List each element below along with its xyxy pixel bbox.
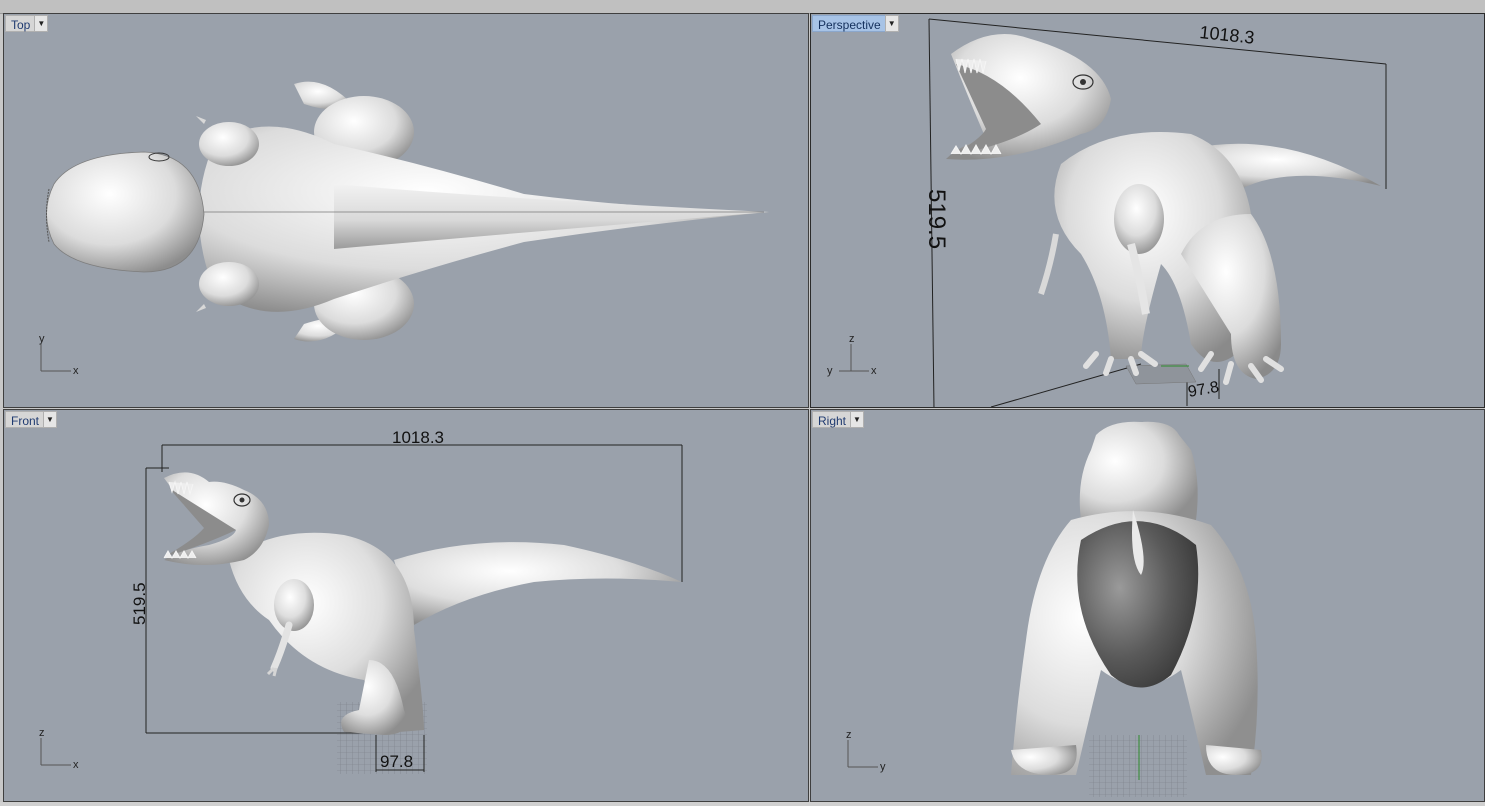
dimension-height: 519.5 <box>923 189 950 249</box>
ground-grid <box>1089 735 1187 797</box>
caret-down-icon[interactable]: ▼ <box>43 411 58 428</box>
axis-indicator: z x <box>39 727 79 771</box>
caret-down-icon[interactable]: ▼ <box>850 411 865 428</box>
right-view-canvas: z y <box>846 421 1262 797</box>
top-view-canvas: y x <box>39 81 770 377</box>
axis-indicator: y x <box>39 333 79 377</box>
dino-top-model[interactable] <box>46 81 770 342</box>
dimension-width: 97.8 <box>380 752 413 771</box>
axis-label: y <box>39 333 45 345</box>
axis-label: x <box>871 365 877 377</box>
caret-down-icon[interactable]: ▼ <box>34 15 49 32</box>
front-view-canvas: 1018.3 519.5 97.8 z x <box>39 428 683 774</box>
perspective-view-canvas: 1018.3 519.5 97.8 z y x <box>827 18 1387 407</box>
dimension-length: 1018.3 <box>392 428 444 447</box>
viewport-title[interactable]: Right <box>812 411 851 428</box>
axis-indicator: z y <box>846 729 886 773</box>
viewport-perspective[interactable]: Perspective ▼ 1018.3 519.5 97.8 z y x <box>810 13 1485 408</box>
dimension-length: 1018.3 <box>1199 22 1256 48</box>
axis-label: z <box>39 727 45 739</box>
viewport-title[interactable]: Top <box>5 15 35 32</box>
axis-label: z <box>846 729 852 741</box>
viewport-right[interactable]: Right ▼ z y <box>810 409 1485 802</box>
viewport-title[interactable]: Front <box>5 411 44 428</box>
viewport-tab-top[interactable]: Top ▼ <box>5 15 49 32</box>
viewport-top[interactable]: Top ▼ y x <box>3 13 809 408</box>
status-bar <box>0 802 1485 806</box>
viewport-title[interactable]: Perspective <box>812 15 885 32</box>
dino-front-model[interactable] <box>162 472 682 735</box>
dino-right-model[interactable] <box>1011 421 1262 775</box>
dimension-height: 519.5 <box>130 582 149 625</box>
window-top-strip <box>0 0 1485 14</box>
dino-perspective-model[interactable] <box>946 34 1381 385</box>
viewport-front[interactable]: Front ▼ 1018.3 519.5 97.8 z x <box>3 409 809 802</box>
axis-label: x <box>73 759 79 771</box>
axis-label: y <box>827 365 833 377</box>
viewport-tab-right[interactable]: Right ▼ <box>812 411 865 428</box>
axis-label: y <box>880 761 886 773</box>
caret-down-icon[interactable]: ▼ <box>884 15 899 32</box>
axis-indicator: z y x <box>827 333 877 377</box>
viewport-tab-perspective[interactable]: Perspective ▼ <box>812 15 899 32</box>
axis-label: z <box>849 333 855 345</box>
axis-label: x <box>73 365 79 377</box>
viewport-tab-front[interactable]: Front ▼ <box>5 411 58 428</box>
